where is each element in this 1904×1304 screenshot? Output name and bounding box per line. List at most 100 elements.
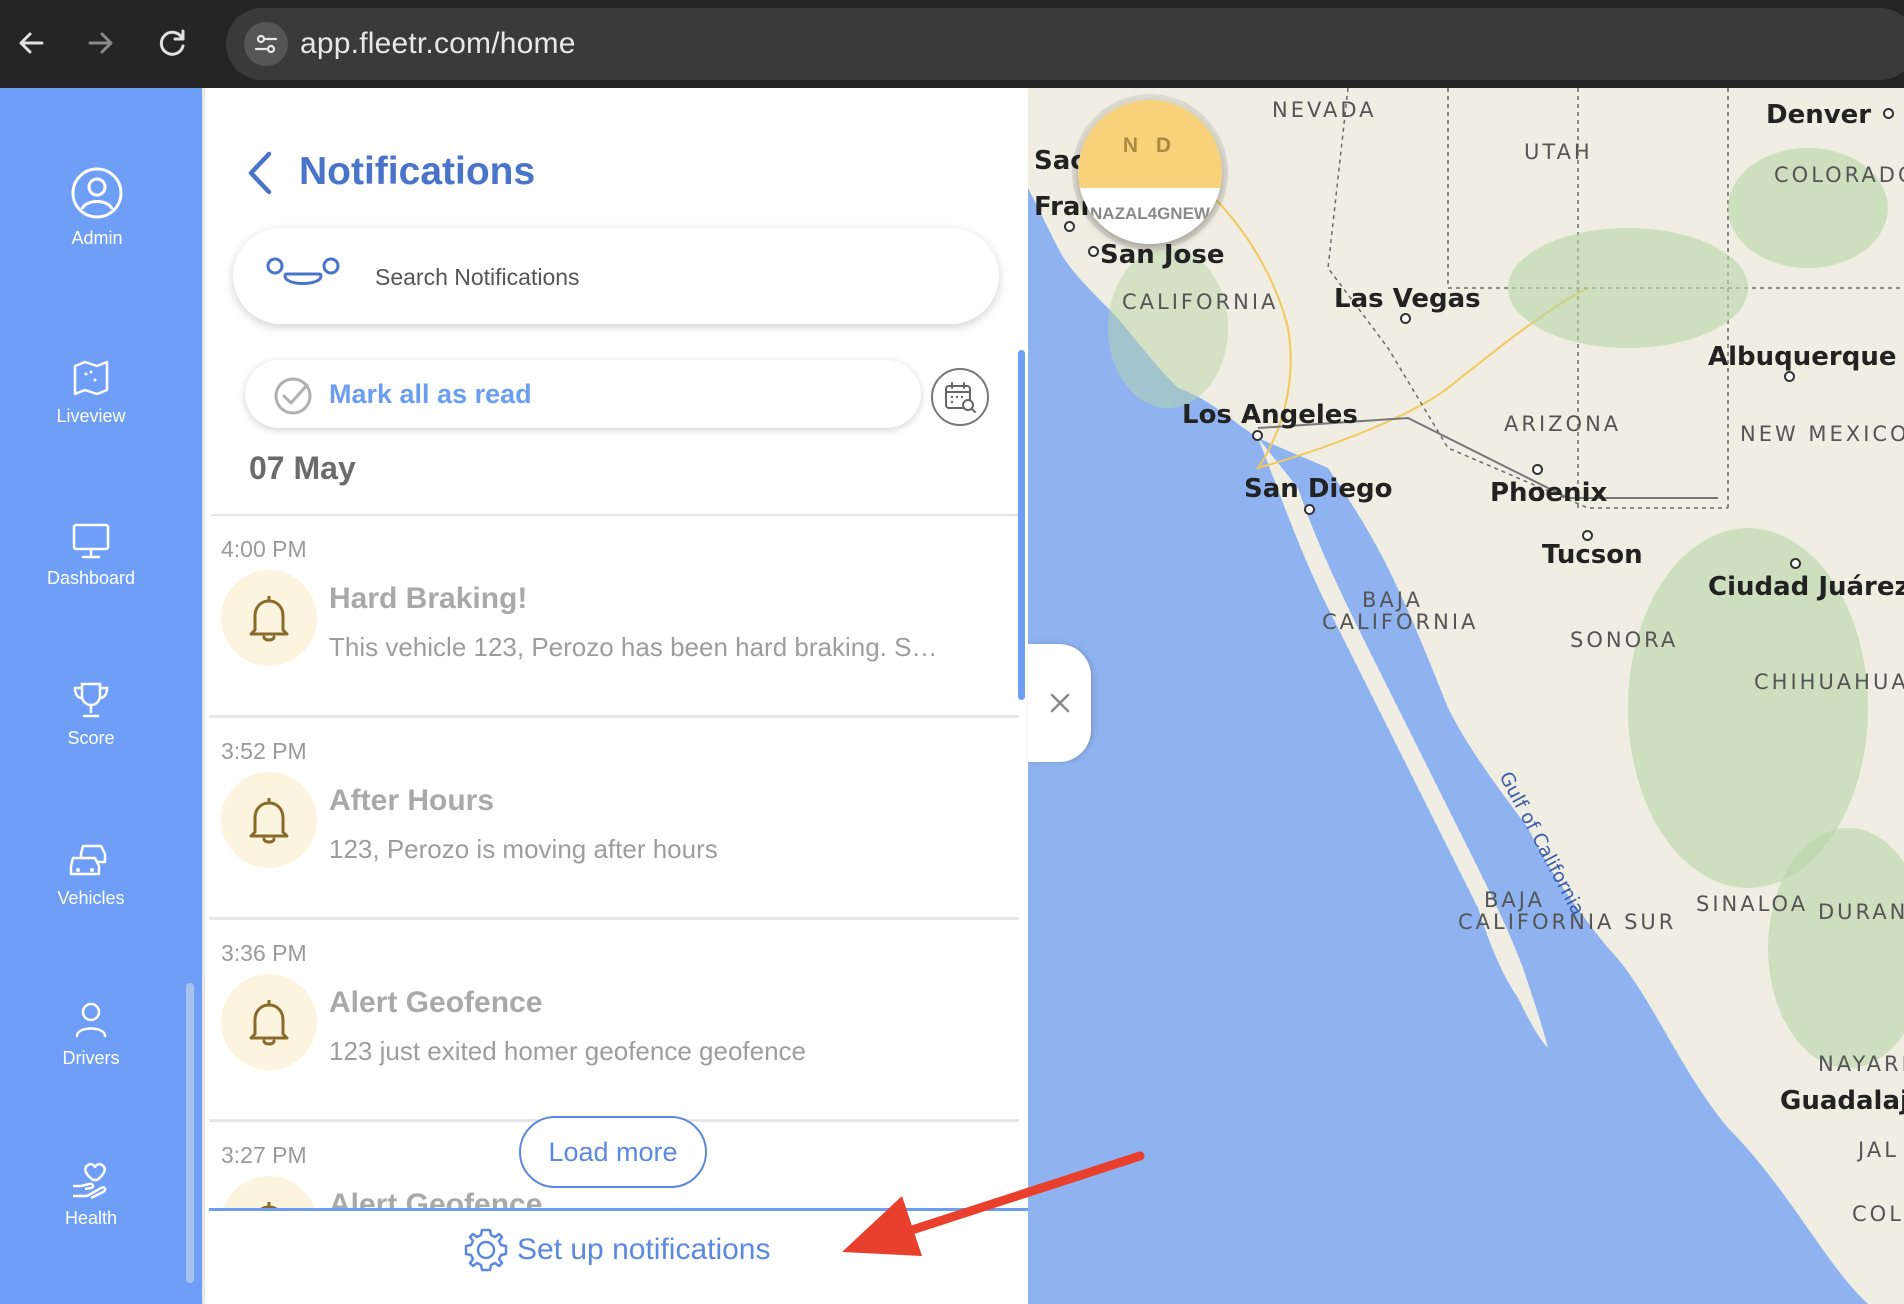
user-circle-icon [71,167,123,219]
trophy-icon [73,682,109,718]
calendar-filter-button[interactable] [931,368,989,426]
tune-icon[interactable] [244,22,288,66]
date-header: 07 May [249,450,356,486]
bell-icon [221,772,317,868]
bell-icon [221,1176,317,1210]
sidebar-item-dashboard[interactable]: Dashboard [0,520,182,589]
vehicle-initials: N D [1122,134,1178,157]
notification-title: After Hours [329,784,495,817]
land-mass [1028,88,1904,1304]
reload-icon[interactable] [152,22,194,64]
sidebar-item-health[interactable]: Health [0,1160,182,1229]
back-arrow-icon[interactable] [10,22,52,64]
sidebar-item-label: Admin [71,228,123,248]
sidebar-item-label: Liveview [56,406,126,426]
sidebar: Admin Liveview Dashboard Score Vehicles … [0,88,202,1304]
notification-list: 4:00 PM Hard Braking! This vehicle 123, … [209,516,1019,1210]
map-city-marker [1304,504,1315,515]
map-city-label: San Jose [1100,240,1225,270]
address-bar[interactable]: app.fleetr.com/home [226,8,1904,80]
setup-notifications-label: Set up notifications [517,1233,771,1266]
search-face-icon [261,254,345,303]
notification-time: 4:00 PM [221,536,307,562]
map-city-label: Albuquerque [1708,342,1897,372]
map-region-label: BAJA [1362,588,1423,612]
notification-item[interactable]: 3:36 PM Alert Geofence 123 just exited h… [209,920,1019,1122]
sidebar-item-score[interactable]: Score [0,680,182,749]
cars-icon [69,844,107,876]
map-icon [73,360,109,396]
map-city-label: Denver [1766,100,1872,130]
map-region-label: BAJA [1484,888,1545,912]
collapse-panel-button[interactable] [1028,644,1091,762]
sidebar-item-label: Health [64,1208,118,1228]
map-city-marker [1400,313,1411,324]
map-city-marker [1088,246,1099,257]
notification-title: Alert Geofence [329,986,543,1019]
notification-item[interactable]: 4:00 PM Hard Braking! This vehicle 123, … [209,516,1019,718]
notifications-panel: Notifications Search Notifications Mark … [202,88,1031,1304]
vehicle-marker[interactable]: N D NAZAL4GNEW [1078,100,1222,244]
map-city-label: Phoenix [1490,478,1608,508]
notification-body: This vehicle 123, Perozo has been hard b… [329,632,949,662]
mark-all-read-button[interactable]: Mark all as read [245,360,921,428]
notification-item[interactable]: 3:52 PM After Hours 123, Perozo is movin… [209,718,1019,920]
person-icon [75,1002,107,1038]
setup-notifications-link[interactable]: Set up notifications [463,1227,771,1273]
map-region-label: NEW MEXICO [1740,422,1904,446]
load-more-button[interactable]: Load more [519,1116,707,1188]
notification-time: 3:52 PM [221,738,307,764]
map-region-label: DURAN [1818,900,1904,924]
map-region-label: CHIHUAHUA [1754,670,1904,694]
map-view[interactable]: NEVADA UTAH COLORADO CALIFORNIA ARIZONA … [1028,88,1904,1304]
map-city-marker [1252,430,1263,441]
footer: Set up notifications [209,1211,1031,1304]
map-city-marker [1790,558,1801,569]
sidebar-item-label: Vehicles [57,888,125,908]
map-region-label: COL [1852,1202,1904,1226]
bell-icon [221,974,317,1070]
map-region-label: SINALOA [1696,892,1809,916]
calendar-search-icon [945,382,976,413]
url-text[interactable]: app.fleetr.com/home [300,27,576,61]
check-circle-icon [273,376,313,421]
notification-title: Hard Braking! [329,582,528,615]
sidebar-item-label: Dashboard [46,568,136,588]
sidebar-scrollbar[interactable] [186,983,194,1283]
map-city-marker [1883,108,1894,119]
map-city-label: Las Vegas [1334,284,1481,314]
map-region-label: NEVADA [1272,98,1377,122]
map-city-label: Guadalaja [1780,1086,1904,1116]
sidebar-item-drivers[interactable]: Drivers [0,1000,182,1069]
heart-hand-icon [73,1162,107,1200]
vehicle-plate: NAZAL4GNEW [1090,204,1210,223]
map-region-label: COLORADO [1774,163,1904,187]
map-region-label: NAYARI [1818,1052,1904,1076]
map-city-label: Los Angeles [1182,400,1358,430]
mark-all-read-label: Mark all as read [329,379,532,409]
notification-time: 3:27 PM [221,1142,307,1168]
notification-body: 123, Perozo is moving after hours [329,834,718,864]
notification-title: Alert Geofence [329,1188,543,1210]
list-scrollbar[interactable] [1018,350,1025,700]
map-city-marker [1582,530,1593,541]
map-city-label: Ciudad Juárez [1708,572,1904,602]
bell-icon [221,570,317,666]
map-region-label: SONORA [1570,628,1679,652]
chevron-left-icon[interactable] [241,148,281,198]
map-city-marker [1532,464,1543,475]
sidebar-item-admin[interactable]: Admin [6,166,188,249]
page-title: Notifications [299,150,536,193]
map-region-label: ARIZONA [1504,412,1622,436]
search-notifications-input[interactable]: Search Notifications [233,228,999,324]
sidebar-item-liveview[interactable]: Liveview [0,358,182,427]
sidebar-item-vehicles[interactable]: Vehicles [0,840,182,909]
gear-icon [464,1228,508,1272]
map-city-marker [1784,371,1795,382]
notification-body: 123 just exited homer geofence geofence [329,1036,807,1066]
monitor-icon [72,523,110,559]
forward-arrow-icon[interactable] [80,22,122,64]
map-region-label: CALIFORNIA [1322,610,1479,634]
map-city-marker [1064,221,1075,232]
map-region-label: UTAH [1524,140,1593,164]
